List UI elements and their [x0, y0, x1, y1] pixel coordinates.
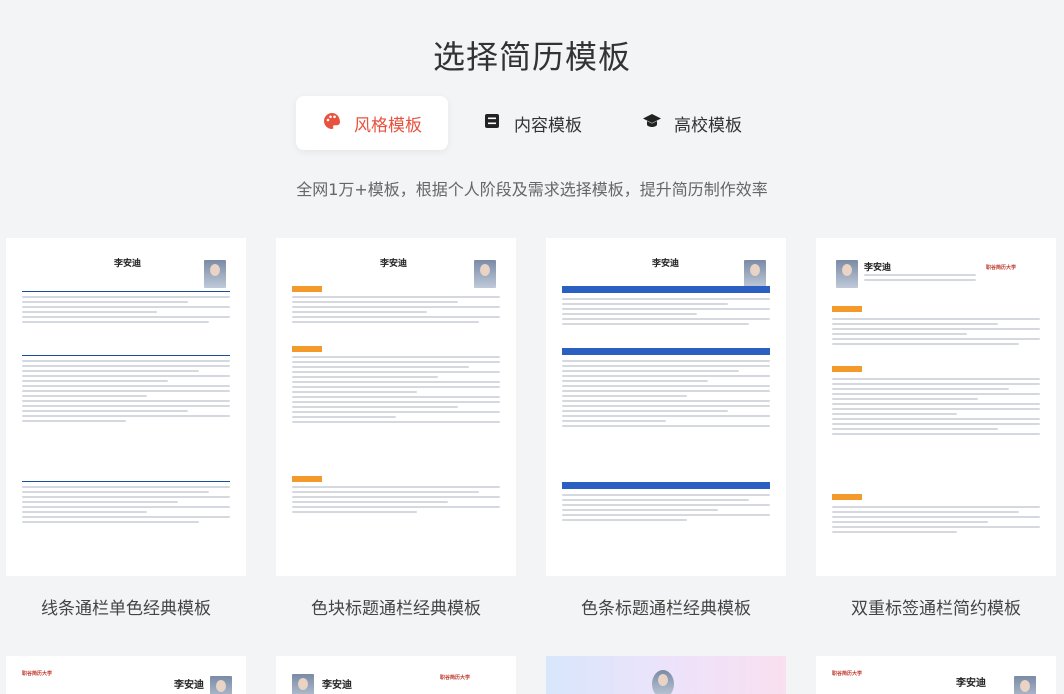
resume-section — [562, 482, 770, 489]
template-card-bar[interactable]: 李安迪 色条标题通栏经典模板 — [546, 238, 786, 619]
resume-photo — [292, 674, 314, 694]
resume-section — [22, 476, 230, 482]
resume-section — [292, 286, 322, 292]
tab-label: 高校模板 — [674, 115, 742, 136]
resume-photo — [652, 670, 674, 694]
resume-section — [832, 366, 862, 372]
list-icon — [482, 111, 502, 136]
template-card[interactable]: 职谷简历大学 李安迪 — [6, 656, 246, 694]
resume-photo — [744, 260, 766, 288]
resume-photo — [836, 260, 858, 288]
template-thumbnail — [546, 656, 786, 694]
template-thumbnail: 李安迪 职谷简历大学 — [816, 238, 1056, 576]
template-caption: 色条标题通栏经典模板 — [581, 599, 751, 619]
school-logo: 职谷简历大学 — [440, 675, 471, 681]
tab-label: 内容模板 — [514, 115, 582, 136]
resume-section — [22, 350, 230, 356]
resume-section — [292, 346, 322, 352]
template-card[interactable]: 李安迪 职谷简历大学 — [276, 656, 516, 694]
resume-photo — [204, 260, 226, 288]
resume-name: 李安迪 — [114, 259, 142, 269]
resume-photo — [474, 260, 496, 288]
resume-photo — [1014, 676, 1036, 694]
resume-section — [22, 286, 230, 292]
tab-content-templates[interactable]: 内容模板 — [456, 96, 608, 150]
resume-name: 李安迪 — [652, 259, 680, 269]
page-subtitle: 全网1万+模板，根据个人阶段及需求选择模板，提升简历制作效率 — [296, 180, 768, 199]
template-caption: 双重标签通栏简约模板 — [851, 599, 1021, 619]
template-thumbnail: 李安迪 — [276, 238, 516, 576]
resume-name: 李安迪 — [174, 680, 204, 691]
template-card-block[interactable]: 李安迪 色块标题通栏经典模板 — [276, 238, 516, 619]
template-card-double[interactable]: 李安迪 职谷简历大学 双重标签通栏简约模板 — [816, 238, 1056, 619]
tab-label: 风格模板 — [354, 115, 422, 136]
template-card[interactable]: 职谷简历大学 李安迪 — [816, 656, 1056, 694]
resume-section — [562, 286, 770, 293]
template-tabs: 风格模板 内容模板 高校模板 — [0, 96, 1064, 150]
template-thumbnail: 职谷简历大学 李安迪 — [816, 656, 1056, 694]
tab-school-templates[interactable]: 高校模板 — [616, 96, 768, 150]
resume-photo — [210, 676, 232, 694]
resume-name: 李安迪 — [864, 263, 892, 273]
graduation-cap-icon — [642, 111, 662, 136]
template-card[interactable] — [546, 656, 786, 694]
resume-section — [562, 348, 770, 355]
resume-section — [832, 494, 862, 500]
template-thumbnail: 职谷简历大学 李安迪 — [6, 656, 246, 694]
school-logo: 职谷简历大学 — [22, 671, 53, 677]
template-thumbnail: 李安迪 — [546, 238, 786, 576]
template-thumbnail: 李安迪 职谷简历大学 — [276, 656, 516, 694]
resume-name: 李安迪 — [380, 259, 408, 269]
tab-style-templates[interactable]: 风格模板 — [296, 96, 448, 150]
school-logo: 职谷简历大学 — [986, 265, 1017, 271]
template-card-line[interactable]: 李安迪 线条通栏单色经典模板 — [6, 238, 246, 619]
resume-name: 李安迪 — [322, 680, 352, 691]
resume-section — [832, 306, 862, 312]
template-caption: 线条通栏单色经典模板 — [41, 599, 211, 619]
template-thumbnail: 李安迪 — [6, 238, 246, 576]
template-caption: 色块标题通栏经典模板 — [311, 599, 481, 619]
palette-icon — [322, 111, 342, 136]
school-logo: 职谷简历大学 — [832, 671, 863, 677]
page-title: 选择简历模板 — [432, 38, 631, 76]
resume-section — [292, 476, 322, 482]
resume-name: 李安迪 — [956, 678, 986, 689]
